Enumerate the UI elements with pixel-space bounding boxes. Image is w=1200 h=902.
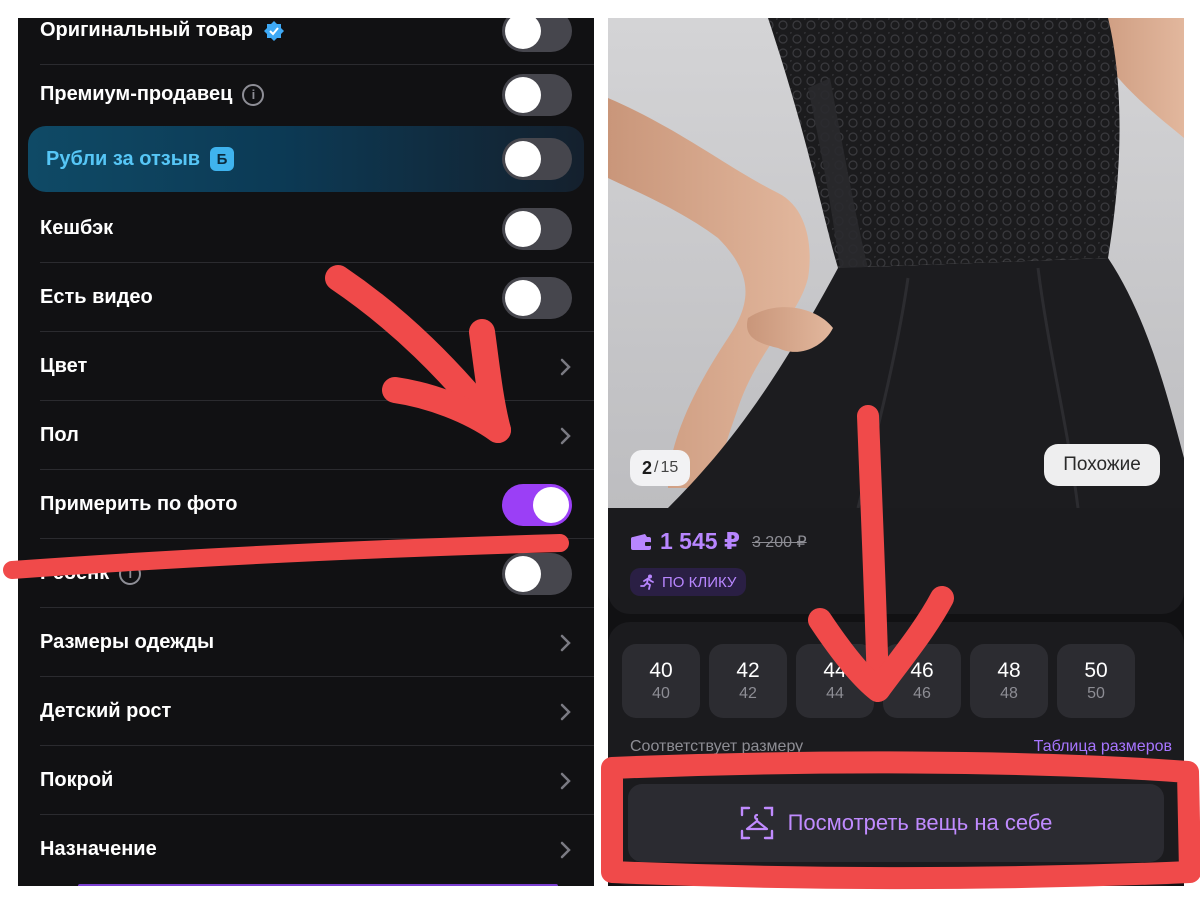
filter-row-gender[interactable]: Пол (18, 401, 594, 470)
size-ru: 50 (1084, 659, 1108, 682)
chevron-right-icon (560, 634, 571, 651)
toggle-switch[interactable] (502, 276, 572, 319)
price-card: 1 545 ₽ 3 200 ₽ ПО КЛИКУ (608, 508, 1184, 614)
photo-counter-current: 2 (642, 457, 653, 478)
size-chip[interactable]: 40 40 (622, 644, 700, 718)
filter-label: Оригинальный товар (40, 19, 254, 41)
b-coin-icon: Б (210, 147, 235, 171)
size-chip[interactable]: 42 42 (709, 644, 787, 718)
size-eu: 40 (652, 685, 670, 702)
size-ru: 44 (823, 659, 847, 682)
size-eu: 44 (826, 685, 844, 702)
filter-row-original[interactable]: Оригинальный товар (18, 18, 594, 65)
size-eu: 42 (739, 685, 757, 702)
size-ru: 46 (910, 659, 934, 682)
filter-row-cut[interactable]: Покрой (18, 746, 594, 815)
chevron-right-icon (560, 841, 571, 858)
hanger-scan-icon (740, 806, 773, 840)
size-ru: 40 (649, 659, 673, 682)
size-eu: 50 (1087, 685, 1105, 702)
chevron-right-icon (560, 703, 571, 720)
size-chip[interactable]: 50 50 (1057, 644, 1135, 718)
try-on-label: Посмотреть вещь на себе (787, 810, 1053, 835)
bottom-accent-bar (78, 884, 558, 886)
filter-label: Ребенк (40, 562, 110, 584)
size-chip[interactable]: 48 48 (970, 644, 1048, 718)
price-old: 3 200 ₽ (751, 533, 807, 551)
size-eu: 48 (1000, 685, 1018, 702)
running-man-icon (640, 574, 654, 590)
dress-photo-illustration (608, 18, 1184, 508)
filters-panel: Оригинальный товар Премиум-продавец i Ру… (18, 18, 594, 886)
toggle-switch[interactable] (502, 73, 572, 116)
sizes-card: 40 40 42 42 44 44 46 46 48 48 50 50 Соот… (608, 622, 1184, 886)
wallet-icon (631, 533, 651, 550)
filter-label: Покрой (40, 769, 114, 791)
try-on-button[interactable]: Посмотреть вещь на себе (628, 784, 1164, 862)
filter-row-child[interactable]: Ребенк i (18, 539, 594, 608)
product-photo[interactable]: 2 / 15 Похожие (608, 18, 1184, 508)
filter-row-cashback[interactable]: Кешбэк (18, 194, 594, 263)
filter-row-rubles-for-review[interactable]: Рубли за отзыв Б (28, 126, 584, 192)
toggle-switch[interactable] (502, 18, 572, 52)
filter-row-has-video[interactable]: Есть видео (18, 263, 594, 332)
chevron-right-icon (560, 358, 571, 375)
verified-badge-icon (264, 20, 285, 41)
product-panel: 2 / 15 Похожие 1 545 ₽ 3 200 ₽ ПО КЛИКУ … (608, 18, 1184, 886)
filter-row-purpose[interactable]: Назначение (18, 815, 594, 884)
photo-counter-total: 15 (660, 459, 679, 476)
size-table-link[interactable]: Таблица размеров (1034, 738, 1172, 756)
filter-row-color[interactable]: Цвет (18, 332, 594, 401)
filter-label: Цвет (40, 355, 88, 377)
size-fit-text: Соответствует размеру (630, 738, 804, 755)
info-icon[interactable]: i (242, 83, 265, 106)
filter-row-premium-seller[interactable]: Премиум-продавец i (18, 60, 594, 129)
filter-label: Детский рост (40, 700, 172, 722)
toggle-switch[interactable] (502, 552, 572, 595)
filter-label: Назначение (40, 838, 157, 860)
filter-label: Примерить по фото (40, 493, 238, 515)
filter-label: Кешбэк (40, 217, 114, 239)
info-icon[interactable]: i (119, 562, 142, 585)
size-chip[interactable]: 44 44 (796, 644, 874, 718)
photo-counter: 2 / 15 (630, 450, 691, 486)
similar-button[interactable]: Похожие (1044, 444, 1160, 486)
filter-label: Пол (40, 424, 79, 446)
price-line: 1 545 ₽ 3 200 ₽ (630, 528, 807, 555)
size-ru: 48 (997, 659, 1021, 682)
toggle-switch[interactable] (502, 483, 572, 526)
price-current: 1 545 ₽ (660, 528, 740, 554)
filter-label: Размеры одежды (40, 631, 215, 653)
size-chip[interactable]: 46 46 (883, 644, 961, 718)
size-eu: 46 (913, 685, 931, 702)
filter-row-child-height[interactable]: Детский рост (18, 677, 594, 746)
click-badge: ПО КЛИКУ (630, 568, 747, 596)
filter-label: Есть видео (40, 286, 153, 308)
click-badge-label: ПО КЛИКУ (662, 573, 737, 591)
toggle-switch[interactable] (502, 138, 572, 180)
chevron-right-icon (560, 427, 571, 444)
filter-label: Рубли за отзыв (46, 147, 201, 170)
filter-row-clothing-sizes[interactable]: Размеры одежды (18, 608, 594, 677)
chevron-right-icon (560, 772, 571, 789)
toggle-switch[interactable] (502, 207, 572, 250)
size-ru: 42 (736, 659, 760, 682)
filter-row-try-on-photo[interactable]: Примерить по фото (18, 470, 594, 539)
filter-label: Премиум-продавец (40, 83, 233, 105)
